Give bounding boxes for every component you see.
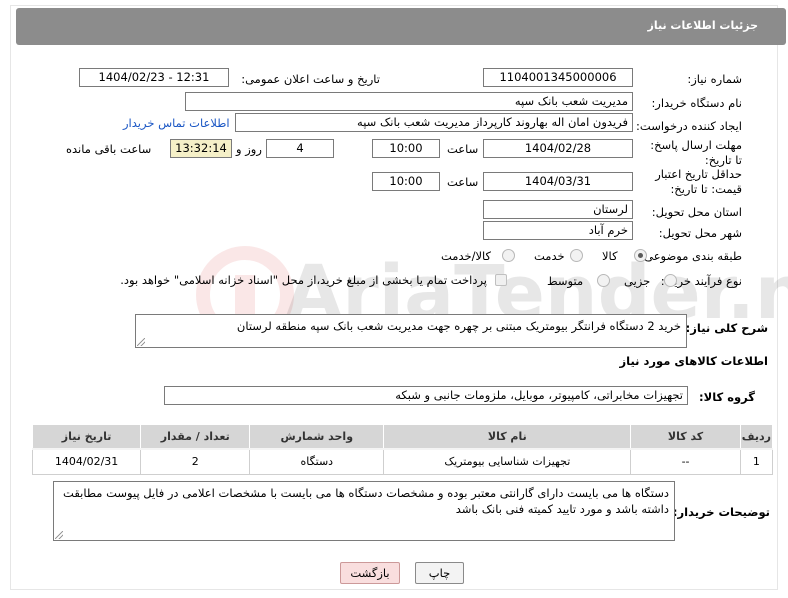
- days-label: روز و: [236, 142, 262, 156]
- buyer-org-field[interactable]: مدیریت شعب بانک سپه: [185, 92, 633, 111]
- goods-table-container: ردیف کد کالا نام کالا واحد شمارش تعداد /…: [31, 424, 774, 475]
- requester-label: ایجاد کننده درخواست:: [636, 119, 742, 133]
- buyer-org-label: نام دستگاه خریدار:: [651, 96, 742, 110]
- category-goods-service-radio[interactable]: [502, 249, 515, 262]
- price-validity-time-field[interactable]: 10:00: [372, 172, 440, 191]
- province-label: استان محل تحویل:: [651, 205, 742, 219]
- process-medium-radio[interactable]: [597, 274, 610, 287]
- category-service-radio[interactable]: [570, 249, 583, 262]
- city-label: شهر محل تحویل:: [658, 226, 742, 240]
- category-service-label: خدمت: [534, 249, 565, 263]
- city-field[interactable]: خرم آباد: [483, 221, 633, 240]
- column-header-item-name: نام کالا: [383, 424, 632, 450]
- goods-table: ردیف کد کالا نام کالا واحد شمارش تعداد /…: [31, 424, 774, 475]
- deadline-date-field[interactable]: 1404/02/28: [483, 139, 633, 158]
- goods-group-field[interactable]: تجهیزات مخابراتی، کامپیوتر، موبایل، ملزو…: [164, 386, 688, 405]
- description-label: شرح کلی نیاز:: [685, 321, 768, 335]
- back-button[interactable]: بازگشت: [340, 562, 400, 584]
- price-validity-date-field[interactable]: 1404/03/31: [483, 172, 633, 191]
- goods-section-title: اطلاعات کالاهای مورد نیاز: [619, 354, 768, 368]
- need-number-field[interactable]: 1104001345000006: [483, 68, 633, 87]
- table-header-row: ردیف کد کالا نام کالا واحد شمارش تعداد /…: [31, 424, 774, 450]
- treasury-payment-checkbox[interactable]: [495, 274, 507, 286]
- process-minor-label: جزیی: [624, 274, 651, 288]
- cell-item-code: --: [630, 448, 741, 475]
- remaining-label: ساعت باقی مانده: [66, 142, 152, 156]
- cell-item-name: تجهیزات شناسایی بیومتریک: [383, 448, 631, 475]
- announce-datetime-label: تاریخ و ساعت اعلان عمومی:: [241, 72, 380, 86]
- price-validity-label: حداقل تاریخ اعتبار قیمت: تا تاریخ:: [655, 167, 742, 196]
- description-textarea[interactable]: خرید 2 دستگاه فرانتگر بیومتریک مبتنی بر …: [135, 314, 687, 348]
- resize-grip-icon[interactable]: [55, 531, 63, 539]
- remaining-time-field: 13:32:14: [170, 139, 232, 158]
- column-header-row-number: ردیف: [739, 424, 774, 450]
- goods-group-label: گروه کالا:: [699, 390, 755, 404]
- print-button[interactable]: چاپ: [415, 562, 464, 584]
- province-field[interactable]: لرستان: [483, 200, 633, 219]
- column-header-item-code: کد کالا: [630, 424, 741, 450]
- column-header-need-date: تاریخ نیاز: [31, 424, 142, 450]
- announce-datetime-field[interactable]: 1404/02/23 - 12:31: [79, 68, 229, 87]
- process-medium-label: متوسط: [547, 274, 584, 288]
- page-title: جزئیات اطلاعات نیاز: [647, 19, 759, 32]
- table-row: 1 -- تجهیزات شناسایی بیومتریک دستگاه 2 1…: [31, 448, 774, 475]
- column-header-quantity: تعداد / مقدار: [140, 424, 251, 450]
- cell-need-date: 1404/02/31: [31, 448, 141, 475]
- cell-quantity: 2: [140, 448, 250, 475]
- buyer-contact-link[interactable]: اطلاعات تماس خریدار: [123, 116, 230, 130]
- deadline-time-label: ساعت: [447, 142, 479, 156]
- cell-unit: دستگاه: [249, 448, 384, 475]
- buyer-notes-text: دستگاه ها می بایست دارای گارانتی معتبر ب…: [63, 486, 669, 516]
- description-text: خرید 2 دستگاه فرانتگر بیومتریک مبتنی بر …: [236, 319, 681, 333]
- category-goods-service-label: کالا/خدمت: [441, 249, 492, 263]
- buyer-notes-label: توضیحات خریدار:: [672, 505, 770, 519]
- requester-field[interactable]: فریدون امان اله بهاروند کارپرداز مدیریت …: [235, 113, 633, 132]
- deadline-time-field[interactable]: 10:00: [372, 139, 440, 158]
- category-label: طبقه بندی موضوعی:: [640, 249, 742, 263]
- process-minor-radio[interactable]: [664, 274, 677, 287]
- deadline-days-field[interactable]: 4: [266, 139, 334, 158]
- resize-grip-icon[interactable]: [137, 338, 145, 346]
- treasury-payment-note: پرداخت تمام یا بخشی از مبلغ خرید،از محل …: [120, 273, 487, 287]
- deadline-label: مهلت ارسال پاسخ: تا تاریخ:: [650, 138, 742, 167]
- category-goods-label: کالا: [602, 249, 618, 263]
- buyer-notes-textarea[interactable]: دستگاه ها می بایست دارای گارانتی معتبر ب…: [53, 481, 675, 541]
- need-number-label: شماره نیاز:: [687, 72, 742, 86]
- price-validity-time-label: ساعت: [447, 175, 479, 189]
- category-goods-radio[interactable]: [634, 249, 647, 262]
- cell-row-number: 1: [739, 448, 774, 475]
- column-header-unit: واحد شمارش: [249, 424, 385, 450]
